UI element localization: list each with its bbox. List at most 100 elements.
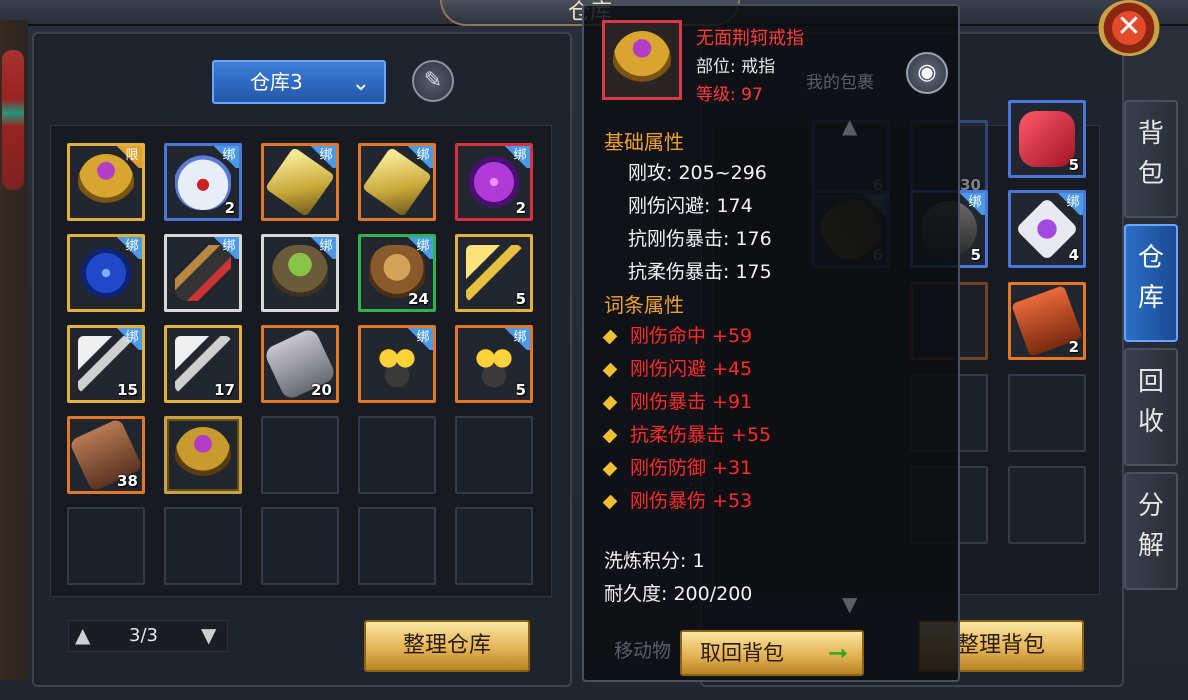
warehouse-slot[interactable]: 绑 [164, 234, 242, 312]
gold-key-icon [466, 245, 522, 301]
warehouse-slot[interactable]: 5 [455, 234, 533, 312]
bind-tag: 绑 [308, 237, 336, 259]
bag-title-ghost: 我的包裹 [806, 73, 874, 93]
bind-tag: 绑 [114, 328, 142, 350]
warehouse-slot[interactable]: 绑 24 [358, 234, 436, 312]
affix-text: 刚伤暴伤 +53 [630, 490, 753, 512]
ring-icon [613, 31, 671, 89]
warehouse-slot[interactable]: 绑2 [455, 143, 533, 221]
empty-slot[interactable] [261, 416, 339, 494]
bag-slot[interactable]: 绑4 [1008, 190, 1086, 268]
affix-text: 抗柔伤暴击 +55 [630, 424, 772, 446]
red-gem-icon [1019, 111, 1075, 167]
brush-icon[interactable]: ✎ [412, 60, 454, 102]
bind-tag: 绑 [405, 146, 433, 168]
warehouse-slot[interactable]: 绑 [261, 234, 339, 312]
warehouse-slot[interactable]: 绑 [67, 234, 145, 312]
bag-slot[interactable]: 2 [1008, 282, 1086, 360]
diamond-icon [602, 461, 618, 476]
diamond-icon [602, 329, 618, 344]
empty-slot[interactable] [1008, 374, 1086, 452]
item-quantity: 5 [515, 290, 526, 308]
bag-slot[interactable]: 5 [1008, 100, 1086, 178]
warehouse-slot[interactable]: 绑2 [164, 143, 242, 221]
eye-icon[interactable]: ◉ [906, 52, 948, 94]
warehouse-slot[interactable]: 绑 [358, 325, 436, 403]
item-quantity: 17 [214, 381, 235, 399]
scroll-up-icon[interactable]: ▲ [842, 114, 857, 138]
refine-points: 洗炼积分: 1 [604, 550, 705, 572]
empty-slot[interactable] [358, 507, 436, 585]
page-up-icon[interactable]: ▲ [75, 623, 90, 647]
item-quantity: 2 [224, 199, 235, 217]
item-quantity: 2 [1068, 338, 1079, 356]
item-level: 等级: 97 [696, 85, 763, 105]
diamond-icon [602, 395, 618, 410]
item-quantity: 5 [970, 246, 981, 264]
retrieve-button-label: 取回背包 [700, 641, 784, 665]
sort-warehouse-button[interactable]: 整理仓库 [364, 620, 530, 672]
knot-ornament [2, 50, 24, 190]
item-tooltip: 无面荆轲戒指 部位: 戒指 等级: 97 我的包裹 ◉ ▲ 基础属性 刚攻: 2… [582, 4, 960, 682]
retrieve-to-bag-button[interactable]: 取回背包 ➞ [680, 630, 864, 676]
affix-text: 刚伤防御 +31 [630, 457, 753, 479]
affix-attributes-header: 词条属性 [604, 293, 684, 317]
page-down-icon[interactable]: ▼ [201, 623, 216, 647]
base-stat: 刚伤闪避: 174 [628, 195, 753, 217]
warehouse-slot[interactable]: 20 [261, 325, 339, 403]
page-number: 3/3 [129, 625, 158, 646]
arrow-right-icon: ➞ [827, 639, 848, 667]
ring-icon [175, 427, 231, 483]
warehouse-slot[interactable]: 绑 [358, 143, 436, 221]
close-icon[interactable]: ✕ [1098, 0, 1160, 56]
tooltip-item-frame [602, 20, 682, 100]
item-quantity: 38 [117, 472, 138, 490]
bind-tag: 绑 [405, 237, 433, 259]
item-quantity: 20 [311, 381, 332, 399]
empty-slot[interactable] [358, 416, 436, 494]
durability: 耐久度: 200/200 [604, 583, 753, 605]
item-quantity: 24 [408, 290, 429, 308]
chevron-down-icon: ⌄ [351, 71, 370, 96]
empty-slot[interactable] [455, 416, 533, 494]
tab-warehouse[interactable]: 仓 库 [1124, 224, 1178, 342]
warehouse-slot[interactable]: 绑5 [455, 325, 533, 403]
item-quantity: 4 [1068, 246, 1079, 264]
item-quantity: 15 [117, 381, 138, 399]
game-window: 仓库 仓库3 ⌄ ✎ 限 绑2 绑 绑 绑2 绑 绑 绑 绑24 5 绑15 1… [0, 0, 1188, 700]
empty-slot[interactable] [1008, 466, 1086, 544]
base-stat: 抗刚伤暴击: 176 [628, 228, 772, 250]
page-control: ▲ 3/3 ▼ [68, 620, 228, 652]
tab-recycle[interactable]: 回 收 [1124, 348, 1178, 466]
warehouse-slot[interactable]: 绑 [261, 143, 339, 221]
item-quantity: 5 [515, 381, 526, 399]
bind-tag: 绑 [114, 237, 142, 259]
empty-slot[interactable] [164, 507, 242, 585]
warehouse-slot[interactable]: 38 [67, 416, 145, 494]
warehouse-slot[interactable]: 17 [164, 325, 242, 403]
affix-stat: 刚伤防御 +31 [602, 453, 753, 480]
scroll-down-icon[interactable]: ▼ [842, 592, 857, 616]
warehouse-slot-selected[interactable] [164, 416, 242, 494]
bind-tag: 绑 [502, 146, 530, 168]
affix-text: 刚伤命中 +59 [630, 325, 753, 347]
warehouse-slot[interactable]: 绑 15 [67, 325, 145, 403]
empty-slot[interactable] [455, 507, 533, 585]
empty-slot[interactable] [67, 507, 145, 585]
base-attributes-header: 基础属性 [604, 130, 684, 154]
diamond-icon [602, 494, 618, 509]
item-quantity: 5 [1068, 156, 1079, 174]
warehouse-selector-label: 仓库3 [250, 70, 303, 94]
bind-tag: 绑 [211, 146, 239, 168]
tab-decompose[interactable]: 分 解 [1124, 472, 1178, 590]
diamond-icon [602, 428, 618, 443]
warehouse-slot[interactable]: 限 [67, 143, 145, 221]
affix-stat: 刚伤命中 +59 [602, 321, 753, 348]
empty-slot[interactable] [261, 507, 339, 585]
item-quantity: 2 [515, 199, 526, 217]
item-slot: 部位: 戒指 [696, 57, 776, 77]
warehouse-selector[interactable]: 仓库3 ⌄ [212, 60, 386, 104]
affix-stat: 刚伤闪避 +45 [602, 354, 752, 381]
tab-bag[interactable]: 背 包 [1124, 100, 1178, 218]
left-decoration [0, 20, 28, 680]
